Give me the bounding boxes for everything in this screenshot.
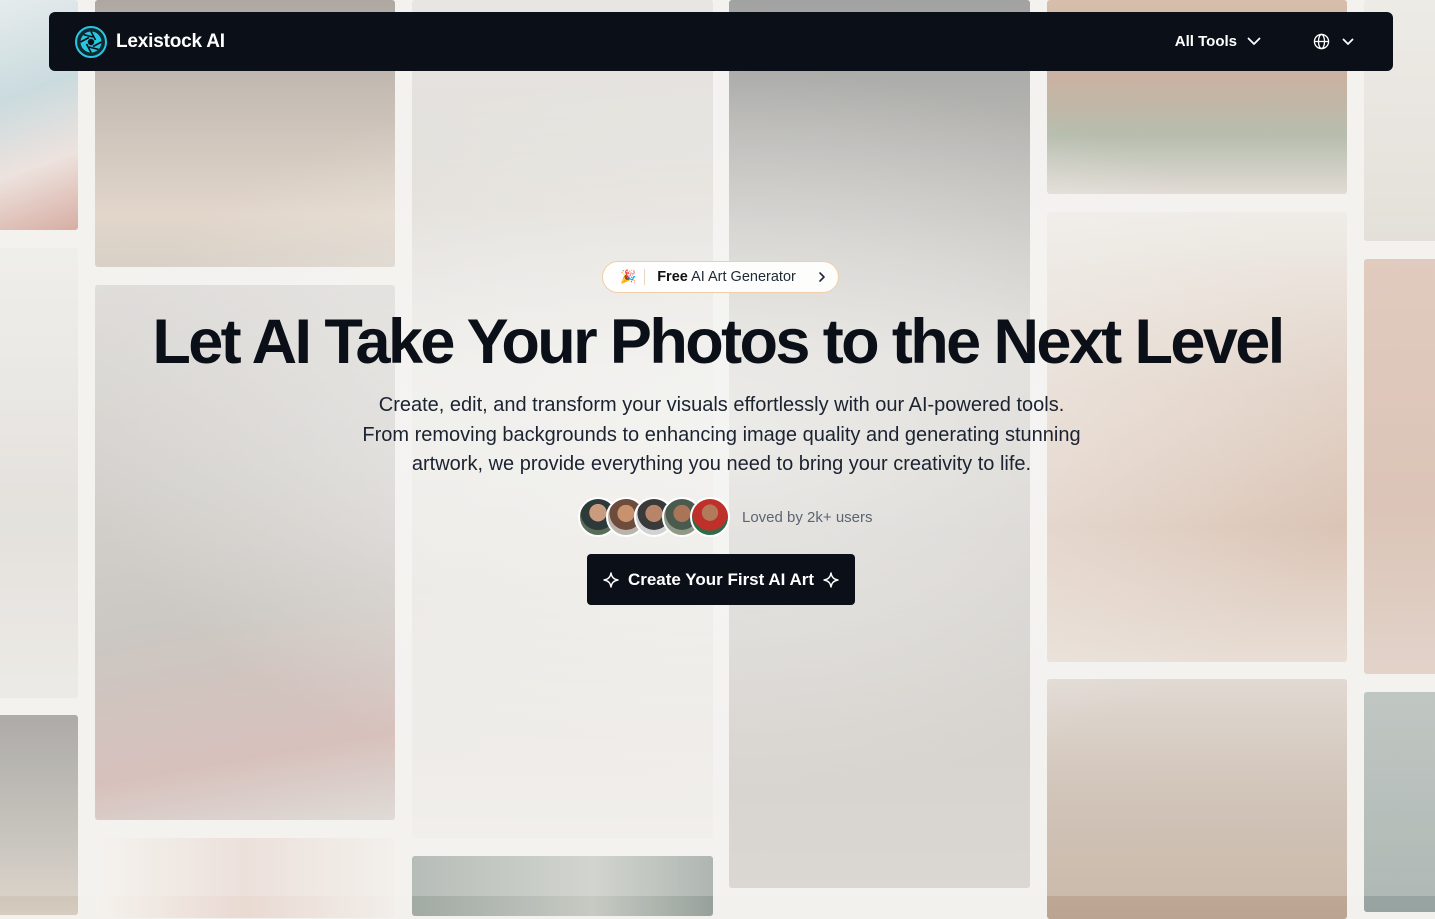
hero-description: Create, edit, and transform your visuals… (300, 391, 1143, 480)
aperture-logo-icon (75, 25, 107, 58)
hero-headline: Let AI Take Your Photos to the Next Leve… (152, 307, 1285, 377)
language-selector[interactable] (1313, 33, 1354, 50)
chevron-down-icon (1342, 38, 1354, 45)
badge-divider (644, 269, 646, 285)
nav-actions: All Tools (1175, 33, 1354, 50)
user-avatar-stack (578, 497, 730, 537)
hero-description-line: artwork, we provide everything you need … (411, 453, 1032, 475)
chevron-right-icon (819, 272, 825, 282)
hero-description-line: Create, edit, and transform your visuals… (378, 394, 1065, 416)
avatar (690, 497, 730, 537)
hero-description-line: From removing backgrounds to enhancing i… (362, 423, 1081, 446)
create-first-ai-art-button[interactable]: Create Your First AI Art (587, 554, 855, 605)
top-navbar: Lexistock AI All Tools (49, 12, 1393, 71)
sparkle-icon (603, 571, 619, 588)
badge-label: Free AI Art Generator (657, 269, 796, 285)
brand-name: Lexistock AI (116, 30, 225, 52)
all-tools-label: All Tools (1174, 33, 1237, 50)
hero-section: 🎉 Free AI Art Generator Let AI Take Your… (0, 0, 1435, 896)
brand-home-link[interactable]: Lexistock AI (75, 25, 225, 58)
social-proof: Loved by 2k+ users (578, 497, 873, 537)
cta-label: Create Your First AI Art (627, 569, 815, 589)
free-ai-art-generator-badge[interactable]: 🎉 Free AI Art Generator (602, 261, 839, 293)
sparkle-icon (823, 571, 839, 588)
social-proof-text: Loved by 2k+ users (742, 508, 873, 526)
party-popper-icon: 🎉 (620, 269, 637, 284)
all-tools-dropdown[interactable]: All Tools (1175, 33, 1261, 50)
globe-icon (1313, 33, 1330, 50)
chevron-down-icon (1247, 37, 1261, 45)
